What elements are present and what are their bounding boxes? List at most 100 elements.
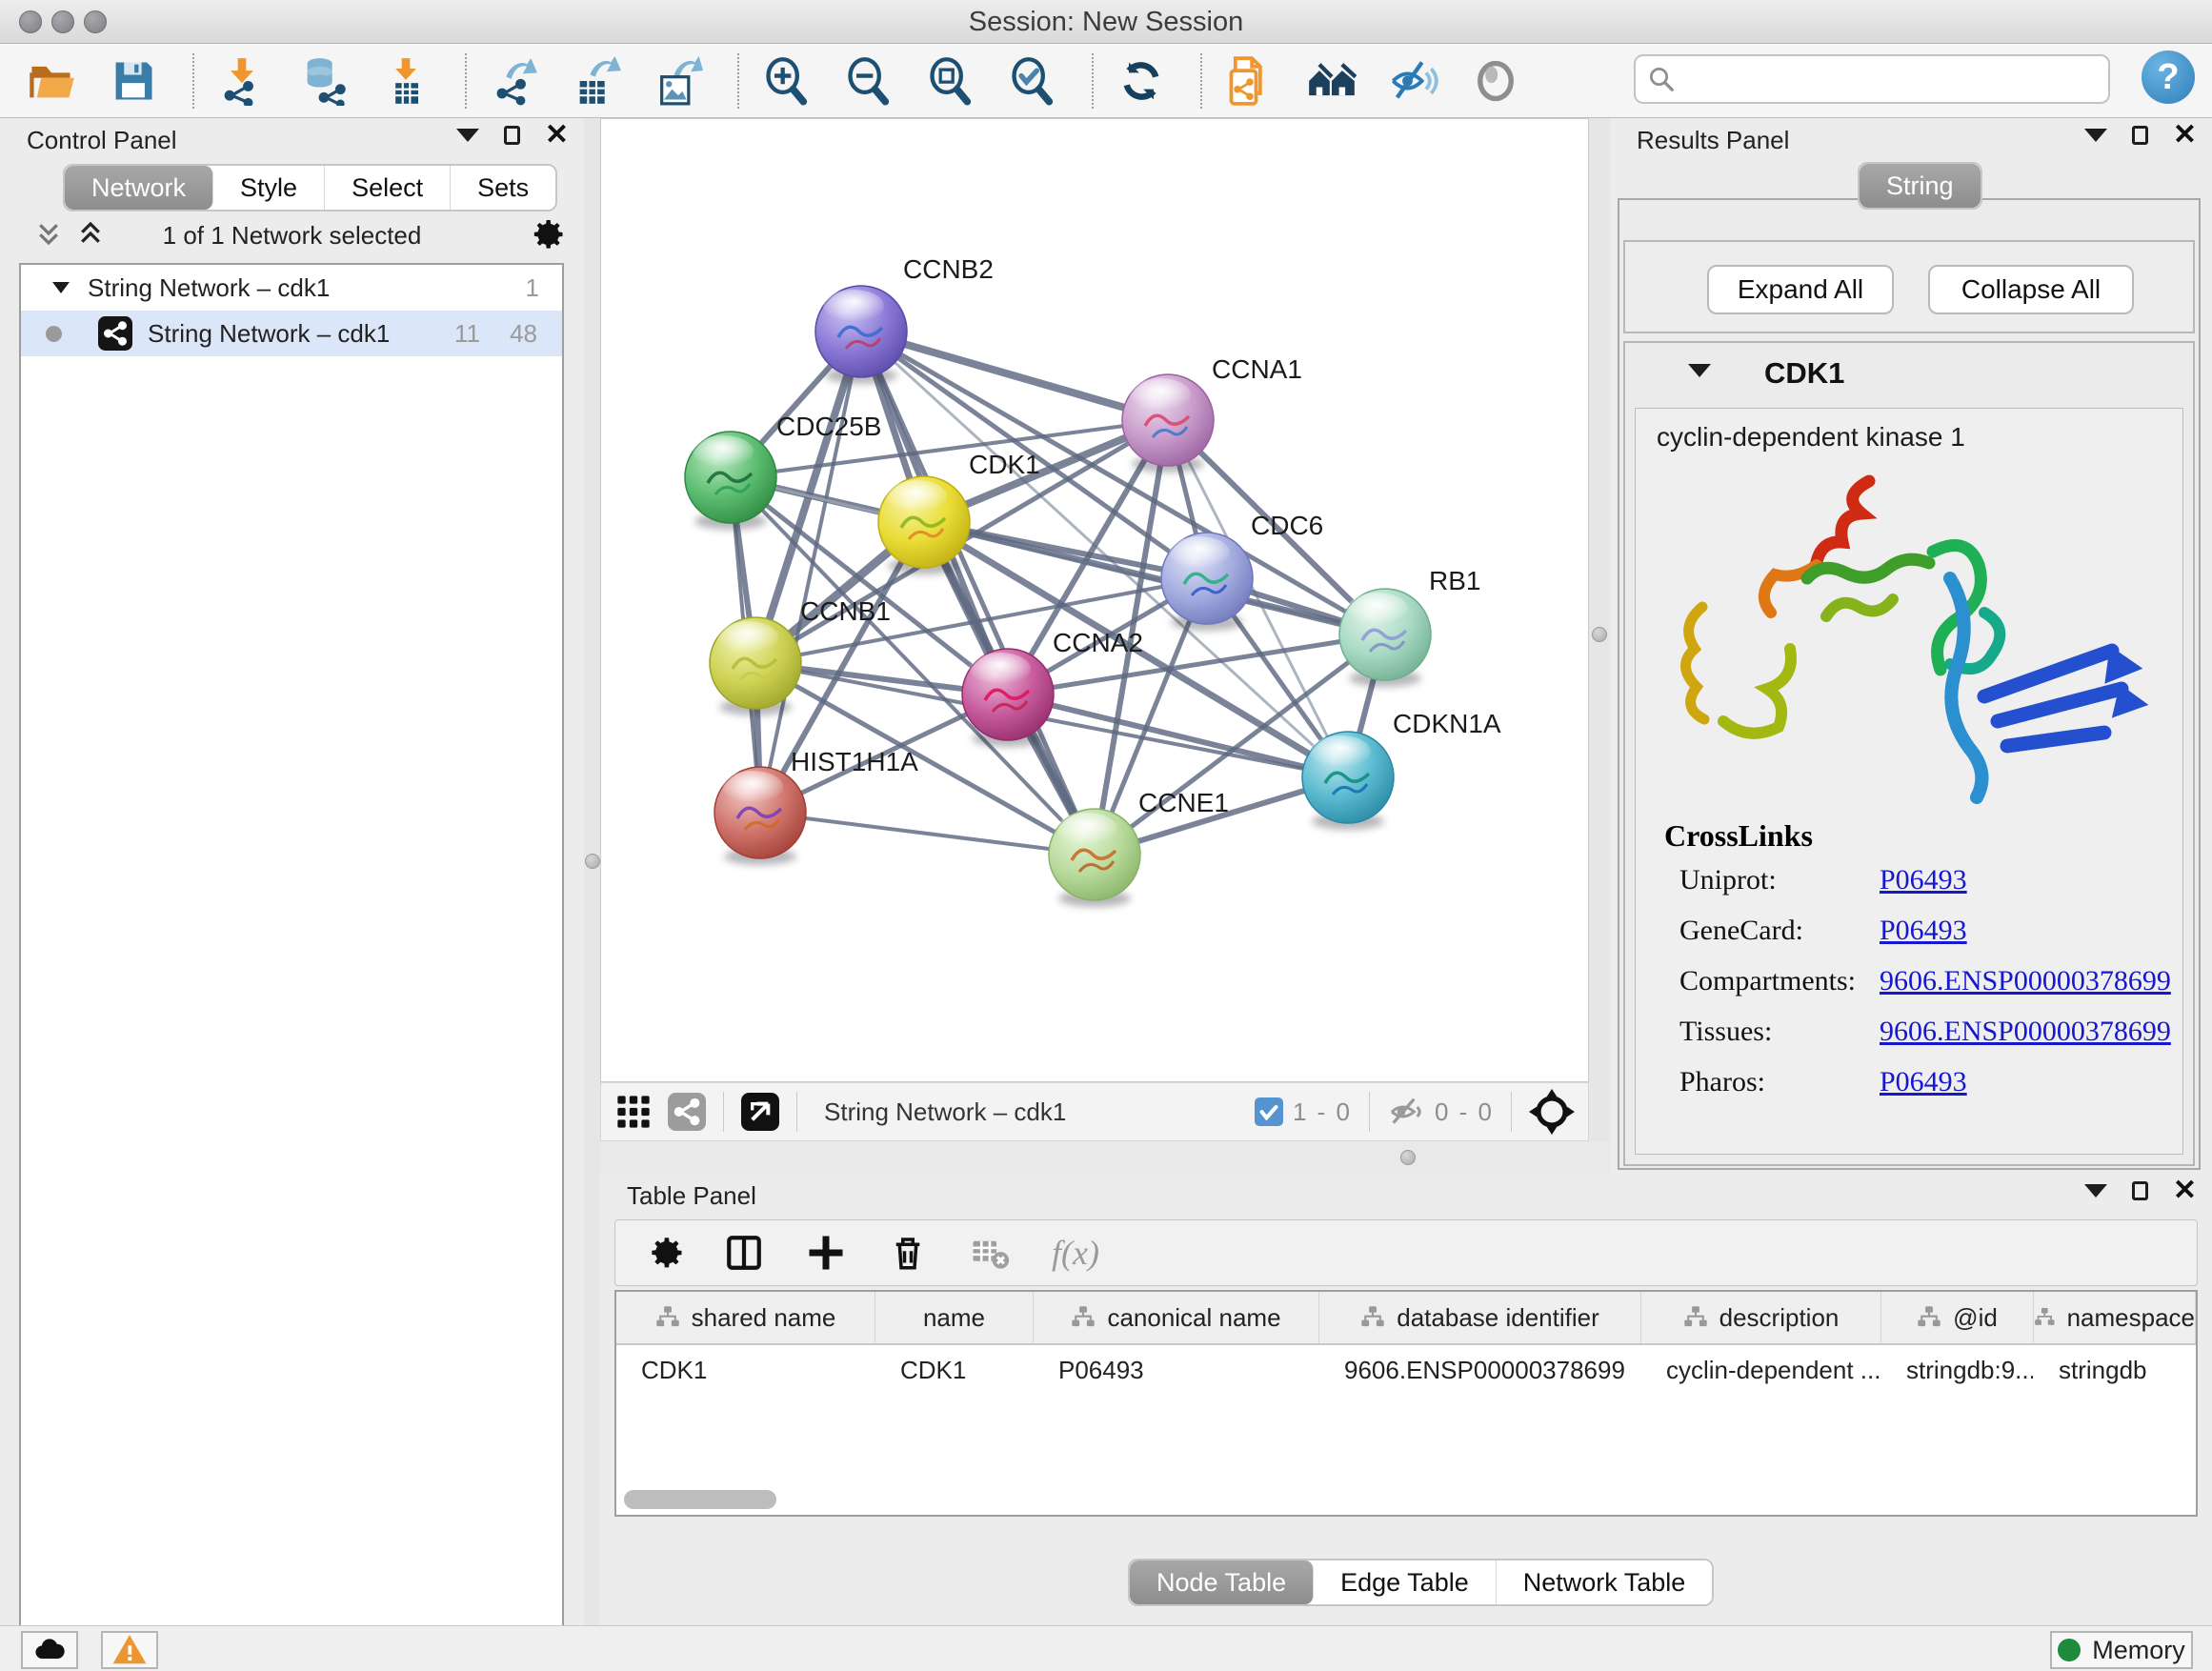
- right-splitter[interactable]: [1589, 118, 1610, 1174]
- add-column-icon[interactable]: [806, 1233, 846, 1273]
- export-network-icon[interactable]: [490, 56, 539, 106]
- gene-section-header[interactable]: CDK1: [1625, 343, 2193, 404]
- save-session-icon[interactable]: [109, 56, 158, 106]
- delete-column-trash-icon[interactable]: [888, 1233, 928, 1273]
- toolbar-separator: [1200, 53, 1202, 109]
- string-network-icon: [98, 316, 132, 351]
- panel-menu-icon[interactable]: [456, 129, 479, 142]
- crosslink-tissues-link[interactable]: 9606.ENSP00000378699: [1880, 1016, 2171, 1048]
- float-panel-icon[interactable]: [2132, 1181, 2148, 1200]
- table-options-gear-icon[interactable]: [642, 1233, 682, 1273]
- search-field[interactable]: [1634, 54, 2110, 104]
- tree-expander-icon[interactable]: [51, 280, 70, 295]
- column-header-description[interactable]: description: [1641, 1292, 1881, 1343]
- hide-panels-eye-icon[interactable]: [1389, 56, 1438, 106]
- network-node-RB1[interactable]: [1339, 589, 1431, 687]
- network-list: String Network – cdk1 1 String Network –…: [19, 263, 564, 1671]
- selected-checkbox-icon[interactable]: [1255, 1097, 1283, 1126]
- zoom-selected-icon[interactable]: [1008, 56, 1057, 106]
- bar-separator: [1511, 1092, 1512, 1132]
- left-splitter-grip[interactable]: [585, 854, 600, 869]
- column-header-shared-name[interactable]: shared name: [616, 1292, 875, 1343]
- import-table-file-icon[interactable]: [381, 56, 431, 106]
- memory-button[interactable]: Memory: [2050, 1631, 2193, 1669]
- network-share-icon[interactable]: [668, 1093, 706, 1131]
- export-image-icon[interactable]: [654, 56, 703, 106]
- bottom-splitter-grip[interactable]: [1400, 1150, 1416, 1165]
- network-view-toolbar: String Network – cdk1 1 - 0 0 - 0: [600, 1082, 1589, 1141]
- network-node-HIST1H1A[interactable]: [714, 767, 806, 865]
- tab-string[interactable]: String: [1860, 164, 1981, 208]
- open-session-icon[interactable]: [27, 56, 76, 106]
- cloud-icon: [32, 1633, 67, 1667]
- crosslink-pharos-link[interactable]: P06493: [1880, 1066, 1967, 1098]
- tab-select[interactable]: Select: [325, 166, 451, 210]
- zoom-out-icon[interactable]: [844, 56, 894, 106]
- export-table-icon[interactable]: [572, 56, 621, 106]
- network-edge[interactable]: [861, 332, 1168, 420]
- network-edge[interactable]: [760, 332, 861, 813]
- column-header-name[interactable]: name: [875, 1292, 1034, 1343]
- home-networks-icon[interactable]: [1307, 56, 1357, 106]
- fit-content-crosshair-icon[interactable]: [1529, 1089, 1575, 1135]
- close-panel-icon[interactable]: ✕: [545, 126, 569, 145]
- column-header-namespace[interactable]: namespace: [2034, 1292, 2196, 1343]
- tab-sets[interactable]: Sets: [451, 166, 555, 210]
- cloud-status-button[interactable]: [21, 1631, 78, 1669]
- collapse-all-button[interactable]: Collapse All: [1928, 265, 2134, 314]
- table-row[interactable]: CDK1 CDK1 P06493 9606.ENSP00000378699 cy…: [616, 1345, 2196, 1395]
- network-node-CCNB1[interactable]: [710, 617, 801, 715]
- hidden-eye-icon[interactable]: [1387, 1093, 1425, 1131]
- column-header-database-identifier[interactable]: database identifier: [1319, 1292, 1641, 1343]
- crosslink-compartments-link[interactable]: 9606.ENSP00000378699: [1880, 965, 2171, 997]
- tab-network[interactable]: Network: [65, 166, 213, 210]
- right-splitter-grip[interactable]: [1592, 627, 1607, 642]
- show-panels-eye-icon[interactable]: [1471, 56, 1520, 106]
- crosslink-uniprot-link[interactable]: P06493: [1880, 864, 1967, 896]
- show-columns-icon[interactable]: [724, 1233, 764, 1273]
- network-node-CCNA1[interactable]: [1122, 374, 1214, 473]
- hidden-count-badge: 0 - 0: [1435, 1097, 1494, 1127]
- panel-menu-icon[interactable]: [2084, 129, 2107, 142]
- birds-eye-view-icon[interactable]: [741, 1093, 779, 1131]
- import-network-file-icon[interactable]: [217, 56, 267, 106]
- zoom-fit-icon[interactable]: [926, 56, 975, 106]
- network-graph[interactable]: CCNB2CCNA1CDC25BCDK1CDC6RB1CCNB1CCNA2CDK…: [601, 119, 1588, 1081]
- network-node-CDKN1A[interactable]: [1302, 732, 1394, 830]
- function-builder-icon[interactable]: f(x): [1052, 1233, 1099, 1273]
- network-node-CDC6[interactable]: [1161, 533, 1253, 631]
- refresh-icon[interactable]: [1116, 56, 1166, 106]
- float-panel-icon[interactable]: [2132, 126, 2148, 145]
- close-panel-icon[interactable]: ✕: [2173, 126, 2197, 145]
- network-row-selected[interactable]: String Network – cdk1 11 48: [21, 311, 562, 356]
- crosslink-genecard-link[interactable]: P06493: [1880, 915, 1967, 947]
- column-header-id[interactable]: @id: [1881, 1292, 2034, 1343]
- horizontal-scrollbar-thumb[interactable]: [624, 1490, 776, 1509]
- section-expander-icon[interactable]: [1688, 364, 1711, 377]
- tab-style[interactable]: Style: [213, 166, 325, 210]
- tab-network-table[interactable]: Network Table: [1497, 1560, 1713, 1604]
- string-import-icon[interactable]: [1225, 56, 1275, 106]
- float-panel-icon[interactable]: [504, 126, 520, 145]
- status-bar: Memory: [0, 1625, 2212, 1671]
- panel-menu-icon[interactable]: [2084, 1184, 2107, 1198]
- zoom-in-icon[interactable]: [762, 56, 812, 106]
- network-edge[interactable]: [760, 813, 1095, 855]
- help-icon[interactable]: ?: [2142, 50, 2195, 104]
- network-node-CDC25B[interactable]: [685, 432, 776, 530]
- warnings-button[interactable]: [101, 1631, 158, 1669]
- grid-view-icon[interactable]: [614, 1093, 653, 1131]
- tab-node-table[interactable]: Node Table: [1130, 1560, 1314, 1604]
- left-splitter[interactable]: [584, 118, 600, 1625]
- network-canvas[interactable]: CCNB2CCNA1CDC25BCDK1CDC6RB1CCNB1CCNA2CDK…: [600, 118, 1589, 1082]
- column-header-canonical-name[interactable]: canonical name: [1034, 1292, 1319, 1343]
- delete-table-icon[interactable]: [970, 1233, 1010, 1273]
- import-network-database-icon[interactable]: [299, 56, 349, 106]
- close-panel-icon[interactable]: ✕: [2173, 1181, 2197, 1200]
- tab-edge-table[interactable]: Edge Table: [1314, 1560, 1497, 1604]
- search-input[interactable]: [1676, 64, 2085, 95]
- expand-all-button[interactable]: Expand All: [1707, 265, 1894, 314]
- network-node-CCNE1[interactable]: [1049, 809, 1140, 907]
- network-collection-row[interactable]: String Network – cdk1 1: [21, 265, 562, 311]
- network-options-gear-icon[interactable]: [525, 215, 563, 253]
